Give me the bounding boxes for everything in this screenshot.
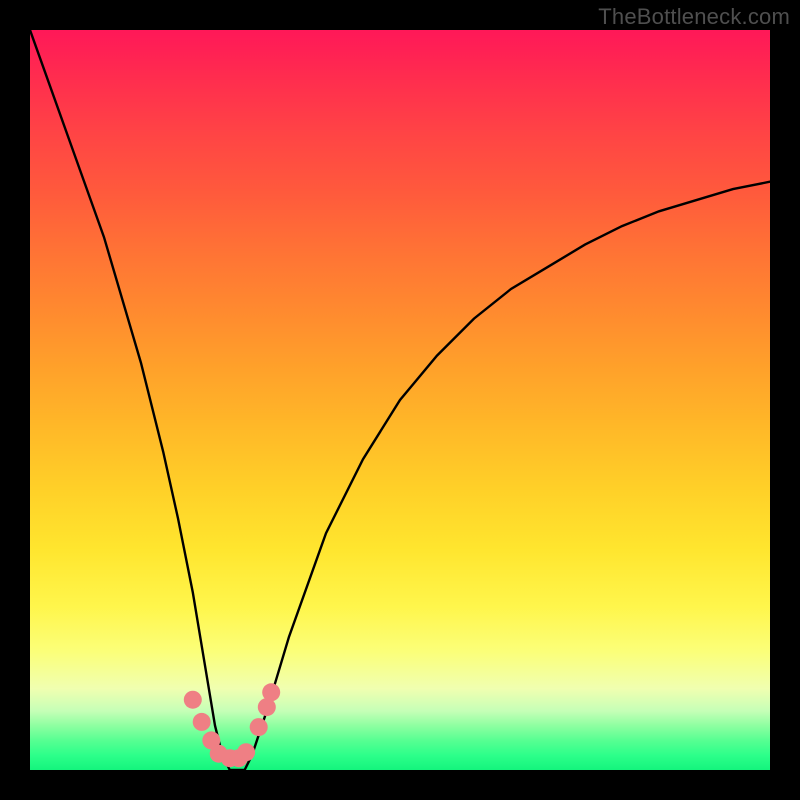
bottleneck-chart [30, 30, 770, 770]
fit-marker [237, 743, 255, 761]
fit-marker [250, 718, 268, 736]
plot-area [30, 30, 770, 770]
fit-zone-markers [184, 683, 280, 767]
bottleneck-curve-line [30, 30, 770, 770]
fit-marker [193, 713, 211, 731]
fit-marker [262, 683, 280, 701]
brand-watermark: TheBottleneck.com [598, 4, 790, 30]
chart-stage: TheBottleneck.com [0, 0, 800, 800]
fit-marker [184, 691, 202, 709]
